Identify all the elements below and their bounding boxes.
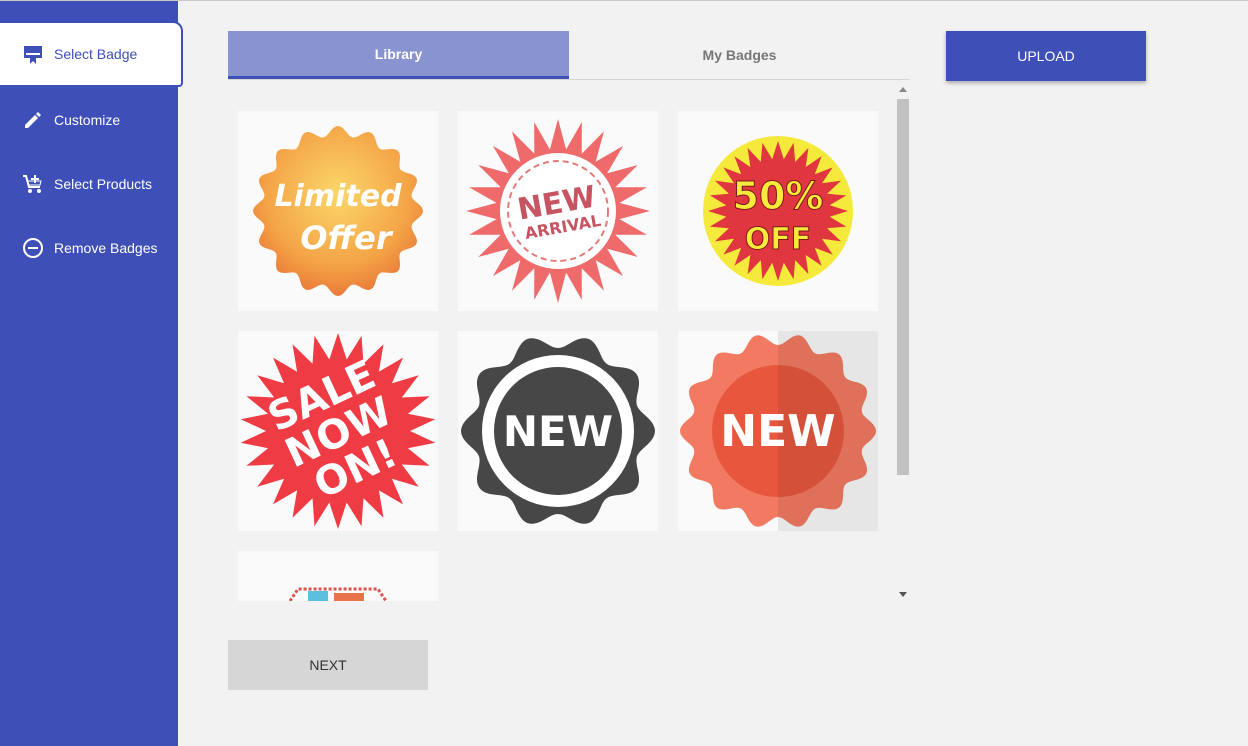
scroll-up-arrow-icon[interactable] bbox=[899, 87, 907, 92]
next-button[interactable]: NEXT bbox=[228, 640, 428, 690]
badge-50-off[interactable]: 50% OFF bbox=[678, 111, 878, 311]
pencil-icon bbox=[22, 109, 44, 131]
badge-new-dark-image: NEW bbox=[461, 338, 655, 524]
sidebar-item-label: Select Products bbox=[54, 176, 153, 192]
badge-limited-offer-image: Limited Offer bbox=[253, 126, 423, 296]
badge-partial-image bbox=[288, 587, 388, 601]
badge-partial[interactable] bbox=[238, 551, 438, 601]
badge-text-line1: NEW bbox=[720, 406, 835, 457]
badge-50-off-image: 50% OFF bbox=[703, 136, 853, 286]
scroll-down-arrow-icon[interactable] bbox=[899, 592, 907, 597]
badge-text-line1: 50% bbox=[733, 174, 824, 218]
sidebar-item-label: Customize bbox=[54, 112, 121, 128]
badge-new-orange-image: NEW bbox=[680, 331, 878, 531]
badge-sale-now-on-image: SALE NOW ON! bbox=[240, 333, 436, 529]
minus-circle-icon bbox=[22, 237, 44, 259]
sidebar-item-label: Remove Badges bbox=[54, 240, 158, 256]
badge-new-orange[interactable]: NEW bbox=[678, 331, 878, 531]
badge-limited-offer[interactable]: Limited Offer bbox=[238, 111, 438, 311]
sidebar-item-customize[interactable]: Customize bbox=[0, 88, 178, 152]
upload-button[interactable]: UPLOAD bbox=[946, 31, 1146, 81]
scroll-thumb[interactable] bbox=[897, 99, 909, 475]
sidebar-item-label: Select Badge bbox=[54, 46, 138, 62]
sidebar: Select Badge Customize Select Products R… bbox=[0, 1, 183, 746]
add-cart-icon bbox=[22, 173, 44, 195]
sidebar-item-select-badge[interactable]: Select Badge bbox=[0, 21, 183, 87]
badge-grid: Limited Offer NEW ARRIVAL 50% OFF SALE N… bbox=[228, 81, 910, 601]
badge-new-arrival-image: NEW ARRIVAL bbox=[466, 119, 650, 303]
badge-text-line2: OFF bbox=[745, 222, 812, 257]
badge-new-arrival[interactable]: NEW ARRIVAL bbox=[458, 111, 658, 311]
badge-icon bbox=[22, 43, 44, 65]
tab-library[interactable]: Library bbox=[228, 31, 569, 79]
tab-my-badges[interactable]: My Badges bbox=[569, 31, 910, 79]
badge-text-line1: Limited bbox=[274, 179, 402, 214]
badge-sale-now-on[interactable]: SALE NOW ON! bbox=[238, 331, 438, 531]
badge-text-line1: NEW bbox=[503, 407, 613, 456]
grid-scrollbar[interactable] bbox=[895, 83, 909, 601]
badge-text-line2: Offer bbox=[300, 219, 394, 257]
badge-tabs: Library My Badges bbox=[228, 31, 910, 80]
badge-new-dark[interactable]: NEW bbox=[458, 331, 658, 531]
sidebar-item-select-products[interactable]: Select Products bbox=[0, 152, 178, 216]
sidebar-item-remove-badges[interactable]: Remove Badges bbox=[0, 216, 178, 280]
